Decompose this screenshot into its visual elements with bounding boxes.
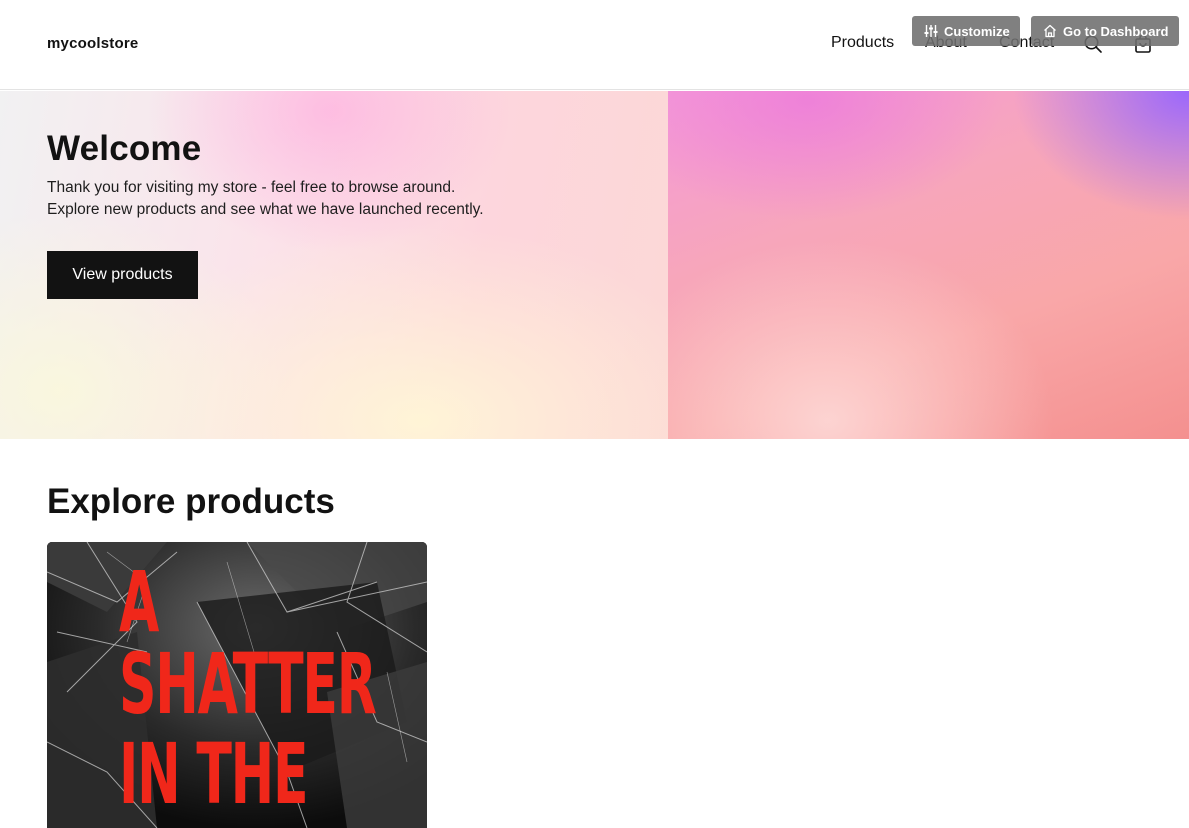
sliders-icon bbox=[924, 24, 938, 38]
customize-button[interactable]: Customize bbox=[912, 16, 1020, 46]
cover-title-line1: A bbox=[119, 553, 159, 651]
home-icon bbox=[1043, 24, 1057, 38]
nav-products[interactable]: Products bbox=[831, 34, 894, 52]
customize-label: Customize bbox=[944, 23, 1010, 39]
explore-products-title: Explore products bbox=[47, 482, 335, 521]
go-to-dashboard-button[interactable]: Go to Dashboard bbox=[1031, 16, 1179, 46]
hero-banner: Welcome Thank you for visiting my store … bbox=[0, 91, 1189, 439]
product-card[interactable]: A SHATTER IN THE bbox=[47, 542, 427, 828]
hero-gradient-right bbox=[668, 91, 1189, 439]
hero-text-line2: Explore new products and see what we hav… bbox=[47, 201, 484, 218]
view-products-button[interactable]: View products bbox=[47, 251, 198, 299]
cover-title-line3: IN THE bbox=[119, 725, 309, 823]
cover-title-line2: SHATTER bbox=[119, 635, 377, 733]
dashboard-label: Go to Dashboard bbox=[1063, 23, 1169, 39]
store-logo[interactable]: mycoolstore bbox=[47, 35, 138, 52]
hero-text-line1: Thank you for visiting my store - feel f… bbox=[47, 179, 456, 196]
hero-title: Welcome bbox=[47, 129, 202, 168]
